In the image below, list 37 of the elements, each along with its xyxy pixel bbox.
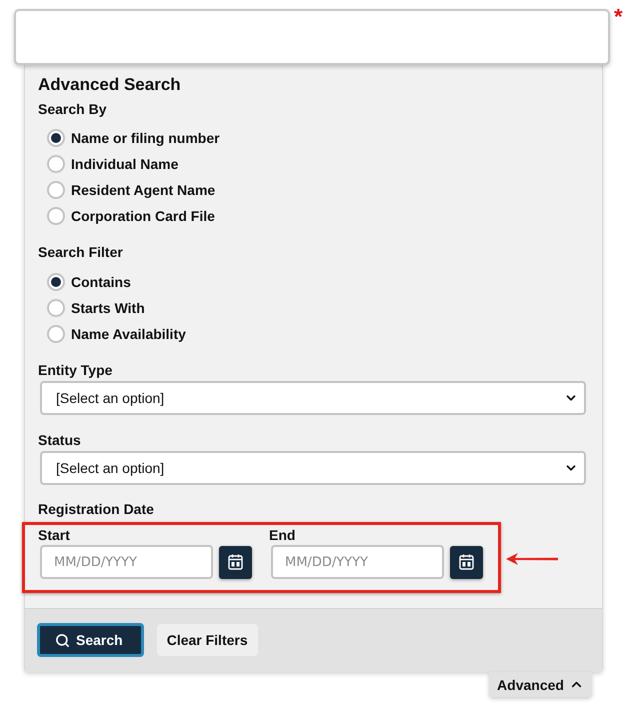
calendar-button[interactable] bbox=[219, 546, 252, 578]
entity-type-select[interactable]: [Select an option] bbox=[40, 381, 586, 415]
date-label: Start bbox=[38, 526, 70, 544]
radio-label[interactable]: Contains bbox=[71, 273, 131, 291]
radio-label[interactable]: Corporation Card File bbox=[71, 207, 215, 225]
radio-label[interactable]: Individual Name bbox=[71, 155, 178, 173]
advanced-toggle-button[interactable]: Advanced bbox=[489, 672, 592, 697]
panel-title: Advanced Search bbox=[38, 74, 182, 96]
required-mark: * bbox=[614, 7, 623, 27]
radio-label[interactable]: Starts With bbox=[71, 299, 145, 317]
group-label: Search By bbox=[38, 100, 106, 118]
radio-button[interactable] bbox=[47, 181, 65, 199]
field-label: Entity Type bbox=[38, 361, 112, 379]
radio-label[interactable]: Name Availability bbox=[71, 325, 186, 343]
field-label: Status bbox=[38, 431, 81, 449]
field-label: Registration Date bbox=[38, 500, 154, 518]
calendar-button[interactable] bbox=[450, 546, 483, 578]
calendar-icon bbox=[228, 554, 243, 570]
group-label: Search Filter bbox=[38, 243, 123, 261]
start-date-field[interactable]: MM/DD/YYYY bbox=[40, 545, 213, 579]
radio-button[interactable] bbox=[47, 207, 65, 225]
search-field[interactable] bbox=[14, 9, 610, 65]
end-date-field[interactable]: MM/DD/YYYY bbox=[271, 545, 444, 579]
radio-label[interactable]: Resident Agent Name bbox=[71, 181, 216, 199]
radio-button[interactable] bbox=[47, 155, 65, 173]
radio-button[interactable] bbox=[47, 273, 65, 291]
calendar-icon bbox=[459, 554, 474, 570]
date-label: End bbox=[269, 526, 296, 544]
search-icon bbox=[55, 632, 70, 648]
radio-button[interactable] bbox=[47, 129, 65, 147]
clear-filters-button[interactable]: Clear Filters bbox=[156, 624, 258, 656]
search-button[interactable]: Search bbox=[37, 623, 144, 657]
radio-button[interactable] bbox=[47, 325, 65, 343]
pointer-arrow bbox=[506, 552, 558, 564]
radio-label[interactable]: Name or filing number bbox=[71, 129, 220, 147]
radio-button[interactable] bbox=[47, 299, 65, 317]
status-select[interactable]: [Select an option] bbox=[40, 451, 586, 485]
